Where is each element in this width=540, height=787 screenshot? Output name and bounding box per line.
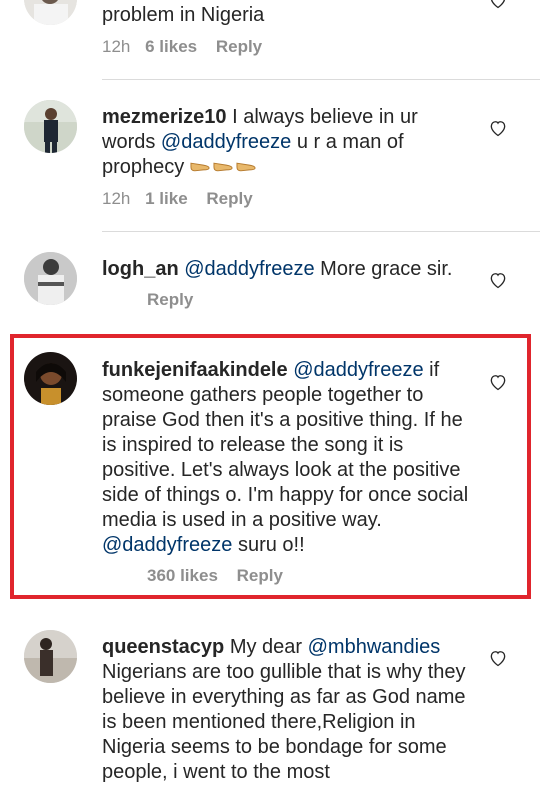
likes-count[interactable]: 6 likes (145, 37, 197, 56)
comment-text-content: Nigerians are too gullible that is why t… (102, 661, 466, 783)
comment-meta: 12h 1 like Reply (102, 189, 253, 209)
divider (102, 231, 540, 232)
pointing-hand-emoji (190, 156, 259, 178)
username[interactable]: logh_an (102, 258, 179, 280)
timestamp: 12h (102, 37, 131, 56)
heart-outline-icon[interactable] (488, 0, 508, 10)
heart-outline-icon[interactable] (488, 372, 508, 392)
comment-text: problem in Nigeria (102, 3, 474, 28)
reply-button[interactable]: Reply (147, 290, 193, 309)
comment-text-content: More grace sir. (314, 258, 453, 280)
timestamp: 12h (102, 189, 131, 208)
mention-link[interactable]: @daddyfreeze (184, 258, 314, 280)
comment-text: funkejenifaakindele @daddyfreeze if some… (102, 358, 474, 558)
avatar[interactable] (24, 100, 77, 153)
reply-button[interactable]: Reply (216, 37, 262, 56)
username[interactable]: funkejenifaakindele (102, 359, 288, 381)
avatar[interactable] (24, 352, 77, 405)
comment-meta: 12h 6 likes Reply (102, 37, 262, 57)
comment-text-content: suru o!! (232, 534, 305, 556)
heart-outline-icon[interactable] (488, 118, 508, 138)
username[interactable]: mezmerize10 (102, 106, 227, 128)
comment-meta: Reply (147, 290, 193, 310)
mention-link[interactable]: @daddyfreeze (293, 359, 423, 381)
avatar[interactable] (24, 252, 77, 305)
avatar[interactable] (24, 630, 77, 683)
reply-button[interactable]: Reply (206, 189, 252, 208)
mention-link[interactable]: @mbhwandies (308, 636, 441, 658)
comment-text: queenstacyp My dear @mbhwandies Nigerian… (102, 635, 474, 785)
mention-link[interactable]: @daddyfreeze (161, 131, 291, 153)
username[interactable]: queenstacyp (102, 636, 224, 658)
comment-text-content: problem in Nigeria (102, 4, 265, 26)
comment-meta: 360 likes Reply (147, 566, 283, 586)
mention-link[interactable]: @daddyfreeze (102, 534, 232, 556)
avatar[interactable] (24, 0, 77, 25)
heart-outline-icon[interactable] (488, 270, 508, 290)
divider (102, 79, 540, 80)
comment-text: mezmerize10 I always believe in ur words… (102, 105, 474, 180)
comment-text: logh_an @daddyfreeze More grace sir. (102, 257, 474, 282)
comment-text-content: if someone gathers people together to pr… (102, 359, 469, 531)
comment-text-content: My dear (224, 636, 308, 658)
heart-outline-icon[interactable] (488, 648, 508, 668)
likes-count[interactable]: 360 likes (147, 566, 218, 585)
reply-button[interactable]: Reply (237, 566, 283, 585)
likes-count[interactable]: 1 like (145, 189, 188, 208)
